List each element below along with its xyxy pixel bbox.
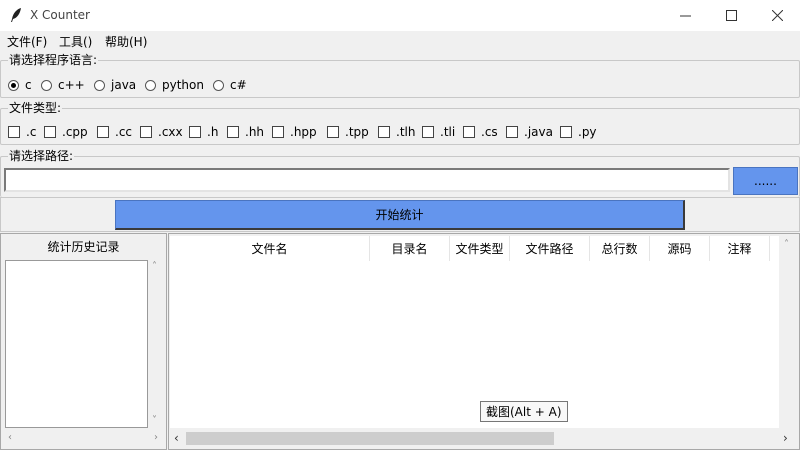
checkbox-box	[272, 126, 284, 138]
checkbox-cs[interactable]: .cs	[463, 125, 498, 139]
checkbox-label: .cxx	[158, 125, 183, 139]
horizontal-scroll-thumb[interactable]	[186, 432, 554, 445]
checkbox-label: .java	[524, 125, 553, 139]
menu-file[interactable]: 文件(F)	[7, 33, 47, 50]
checkbox-java[interactable]: .java	[506, 125, 553, 139]
radio-python[interactable]: python	[145, 78, 204, 92]
column-header-filename[interactable]: 文件名	[170, 236, 370, 261]
title-bar: X Counter	[0, 0, 800, 31]
checkbox-box	[560, 126, 572, 138]
column-header-dirname[interactable]: 目录名	[370, 236, 450, 261]
radio-indicator	[8, 79, 19, 91]
checkbox-label: .cc	[115, 125, 133, 139]
column-header-total-lines[interactable]: 总行数	[590, 236, 650, 261]
screenshot-tooltip: 截图(Alt + A)	[480, 401, 568, 422]
menu-tools[interactable]: 工具()	[59, 33, 92, 50]
column-header-comments[interactable]: 注释	[710, 236, 770, 261]
checkbox-box	[227, 126, 239, 138]
checkbox-box	[378, 126, 390, 138]
column-header-source[interactable]: 源码	[650, 236, 710, 261]
checkbox-label: .hh	[245, 125, 265, 139]
radio-indicator	[145, 79, 156, 91]
checkbox-box	[422, 126, 434, 138]
checkbox-cxx[interactable]: .cxx	[140, 125, 183, 139]
checkbox-label: .h	[207, 125, 219, 139]
scroll-left-icon[interactable]: ‹	[174, 432, 179, 444]
checkbox-h[interactable]: .h	[189, 125, 218, 139]
radio-java[interactable]: java	[94, 78, 136, 92]
radio-indicator	[94, 79, 105, 91]
close-button[interactable]	[754, 0, 800, 31]
filetype-group-label: 文件类型:	[8, 100, 63, 116]
checkbox-box	[506, 126, 518, 138]
checkbox-label: .tli	[440, 125, 456, 139]
radio-c[interactable]: c	[8, 78, 32, 92]
results-vertical-scrollbar[interactable]: ˄	[779, 236, 797, 428]
scroll-right-icon[interactable]: ›	[783, 432, 788, 444]
checkbox-label: .hpp	[290, 125, 317, 139]
checkbox-label: .tpp	[345, 125, 369, 139]
scroll-up-icon[interactable]: ˄	[784, 240, 789, 250]
radio-label: c#	[230, 78, 247, 92]
maximize-icon	[725, 10, 737, 21]
checkbox-box	[140, 126, 152, 138]
checkbox-cpp[interactable]: .cpp	[44, 125, 88, 139]
checkbox-label: .cpp	[62, 125, 88, 139]
radio-label: c++	[58, 78, 85, 92]
column-header-filetype[interactable]: 文件类型	[450, 236, 510, 261]
checkbox-hh[interactable]: .hh	[227, 125, 264, 139]
scroll-right-icon[interactable]: ›	[154, 433, 158, 443]
checkbox-box	[97, 126, 109, 138]
history-header: 统计历史记录	[47, 240, 120, 254]
browse-button[interactable]: ......	[733, 167, 798, 195]
column-header-filepath[interactable]: 文件路径	[510, 236, 590, 261]
checkbox-tpp[interactable]: .tpp	[327, 125, 369, 139]
minimize-icon	[679, 15, 691, 17]
checkbox-label: .tlh	[396, 125, 416, 139]
minimize-button[interactable]	[662, 0, 708, 31]
history-list[interactable]	[5, 260, 148, 428]
language-group-label: 请选择程序语言:	[8, 52, 99, 68]
checkbox-label: .c	[26, 125, 37, 139]
language-group: 请选择程序语言: c c++ java python c#	[0, 52, 800, 98]
menu-bar: 文件(F) 工具() 帮助(H)	[0, 31, 800, 51]
menu-help[interactable]: 帮助(H)	[105, 33, 147, 50]
close-icon	[771, 10, 783, 21]
feather-icon	[11, 8, 21, 22]
scroll-up-icon[interactable]: ˄	[152, 262, 157, 272]
radio-label: c	[25, 78, 32, 92]
checkbox-hpp[interactable]: .hpp	[272, 125, 317, 139]
window-title: X Counter	[30, 8, 90, 22]
results-table[interactable]	[170, 236, 779, 428]
checkbox-box	[463, 126, 475, 138]
radio-label: python	[162, 78, 204, 92]
scroll-left-icon[interactable]: ‹	[8, 433, 12, 443]
maximize-button[interactable]	[708, 0, 754, 31]
checkbox-box	[189, 126, 201, 138]
path-group-label: 请选择路径:	[8, 148, 75, 164]
filetype-group: 文件类型: .c .cpp .cc .cxx .h .hh .hpp .tpp …	[0, 100, 800, 145]
checkbox-label: .cs	[481, 125, 498, 139]
history-horizontal-scrollbar[interactable]: ‹ ›	[5, 430, 164, 446]
path-input[interactable]	[4, 168, 730, 192]
radio-label: java	[111, 78, 137, 92]
checkbox-c[interactable]: .c	[8, 125, 36, 139]
radio-indicator	[41, 79, 52, 91]
history-vertical-scrollbar[interactable]: ˄ ˅	[149, 260, 164, 428]
radio-indicator	[213, 79, 224, 91]
checkbox-box	[44, 126, 56, 138]
checkbox-box	[8, 126, 20, 138]
checkbox-tlh[interactable]: .tlh	[378, 125, 415, 139]
start-count-button[interactable]: 开始统计	[115, 200, 685, 230]
radio-cpp[interactable]: c++	[41, 78, 85, 92]
checkbox-label: .py	[578, 125, 597, 139]
scroll-down-icon[interactable]: ˅	[152, 416, 157, 426]
checkbox-box	[327, 126, 339, 138]
checkbox-tli[interactable]: .tli	[422, 125, 455, 139]
checkbox-py[interactable]: .py	[560, 125, 597, 139]
radio-csharp[interactable]: c#	[213, 78, 247, 92]
checkbox-cc[interactable]: .cc	[97, 125, 132, 139]
